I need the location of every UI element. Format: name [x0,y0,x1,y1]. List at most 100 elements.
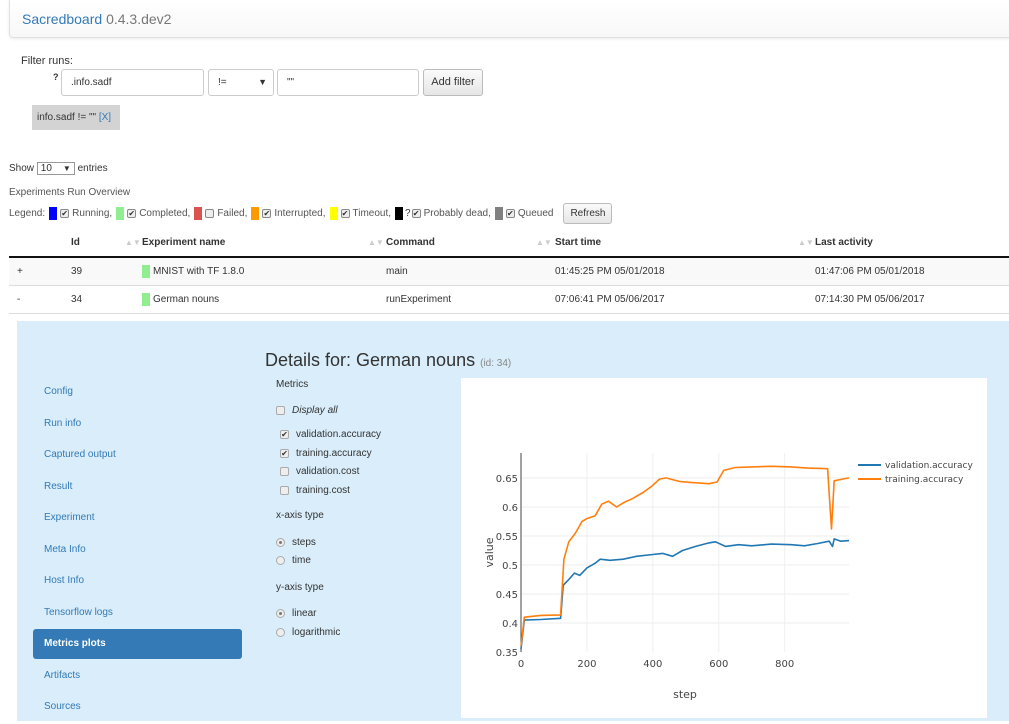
metric-checkbox-training-accuracy[interactable]: ✔ training.accuracy [280,448,372,459]
nav-item-artifacts[interactable]: Artifacts [33,661,242,691]
run-start-time: 07:06:41 PM 05/06/2017 [555,285,815,314]
sort-icon[interactable]: ▲▼ [798,238,814,247]
metric-label: validation.accuracy [296,429,382,440]
legend-checkbox[interactable]: ✔ [411,209,421,218]
checkbox[interactable] [280,486,289,495]
metric-label: training.cost [296,485,350,496]
legend-checkbox[interactable]: ✔ [340,209,350,218]
status-color-swatch [395,207,404,220]
nav-item-tensorflow-logs[interactable]: Tensorflow logs [33,598,242,628]
metric-label: training.accuracy [296,448,372,459]
x-axis-time-radio[interactable]: time [276,555,311,566]
x-axis-steps-radio[interactable]: steps [276,537,316,548]
legend-item: Failed, [192,207,247,220]
nav-item-config[interactable]: Config [33,377,242,407]
legend-checkbox[interactable]: ✔ [262,209,272,218]
radio[interactable] [276,628,285,637]
nav-item-meta-info[interactable]: Meta Info [33,535,242,565]
run-id: 39 [71,257,142,286]
status-color-swatch [194,207,203,220]
metrics-chart-svg[interactable]: 0.35 0.4 0.45 0.5 0.55 0.6 0.65 0 200 400 600 800 st… [461,378,987,718]
checkbox[interactable] [280,467,289,476]
legend-checkbox[interactable]: ✔ [505,209,515,218]
legend-entry: validation.accuracy [885,461,973,471]
sort-icon[interactable]: ▲▼ [368,238,384,247]
active-filter-text: info.sadf != "" [37,112,97,123]
legend-label: Running, [72,208,113,219]
filter-field-input[interactable]: .info.sadf [61,69,204,96]
series-line-training-accuracy [520,465,850,647]
radio[interactable] [276,538,285,547]
col-name-label: Experiment name [142,236,226,248]
expand-toggle[interactable]: + [9,257,71,286]
sort-icon[interactable]: ▲▼ [536,238,552,247]
entries-value: 10 [40,163,52,174]
brand-name[interactable]: Sacredboard [22,11,102,27]
help-icon[interactable]: ? [53,72,59,82]
table-row[interactable]: + 39 MNIST with TF 1.8.0 main 01:45:25 P… [9,257,1009,286]
y-tick-label: 0.5 [502,561,518,572]
chevron-down-icon: ▼ [62,164,71,173]
nav-item-run-info[interactable]: Run info [33,409,242,439]
refresh-button[interactable]: Refresh [563,203,613,224]
metrics-chart[interactable]: 0.35 0.4 0.45 0.5 0.55 0.6 0.65 0 200 400 600 800 st… [461,378,987,718]
nav-item-metrics-plots[interactable]: Metrics plots [33,629,242,659]
col-id-label: Id [71,236,80,248]
nav-item-captured-output[interactable]: Captured output [33,440,242,470]
add-filter-button[interactable]: Add filter [423,69,483,96]
checkbox[interactable]: ✔ [280,430,289,439]
radio[interactable] [276,556,285,565]
run-last-activity: 07:14:30 PM 05/06/2017 [815,285,1009,314]
details-title-text: Details for: German nouns [265,350,476,370]
nav-item-sources[interactable]: Sources [33,692,242,722]
remove-filter-button[interactable]: [X] [99,112,111,123]
nav-item-result[interactable]: Result [33,472,242,502]
operator-value: != [218,77,227,88]
legend-checkbox[interactable] [205,209,215,218]
overview-title: Experiments Run Overview [9,187,131,198]
col-command[interactable]: Command ▲▼ [386,228,555,258]
radio[interactable] [276,609,285,618]
run-command: main [386,257,555,286]
run-start-time: 01:45:25 PM 05/01/2018 [555,257,815,286]
col-last-activity[interactable]: Last activity [815,228,1009,258]
entries-select[interactable]: 10 ▼ [36,162,75,175]
collapse-toggle[interactable]: - [9,285,71,314]
filter-operator-select[interactable]: != ▼ [208,69,274,96]
legend-checkbox[interactable]: ✔ [60,209,70,218]
run-id: 34 [71,285,142,314]
metric-checkbox-validation-accuracy[interactable]: ✔ validation.accuracy [280,429,381,440]
sort-icon[interactable]: ▲▼ [125,238,141,247]
legend-item: ✔ Running, [47,207,112,220]
metric-label: validation.cost [296,466,360,477]
legend-label: Completed, [139,208,191,219]
table-row[interactable]: - 34 German nouns runExperiment 07:06:41… [9,285,1009,314]
col-id[interactable]: Id ▲▼ [71,228,142,258]
legend-item: ✔ Timeout, [328,207,391,220]
status-legend: Legend: ✔ Running, ✔ Completed, Failed, ✔ Inte… [9,203,613,224]
y-axis-linear-radio[interactable]: linear [276,608,316,619]
col-start-label: Start time [555,236,602,248]
legend-label: Queued [517,208,554,219]
metric-checkbox-validation-cost[interactable]: validation.cost [280,466,359,477]
display-all-checkbox[interactable]: Display all [276,405,338,416]
checkbox[interactable] [276,406,285,415]
brand-version: 0.4.3.dev2 [106,11,172,27]
nav-item-host-info[interactable]: Host Info [33,566,242,596]
y-tick-label: 0.65 [496,474,518,485]
legend-checkbox[interactable]: ✔ [127,209,137,218]
brand[interactable]: Sacredboard 0.4.3.dev2 [22,11,171,27]
status-color-swatch [49,207,58,220]
nav-item-experiment[interactable]: Experiment [33,503,242,533]
legend-item: ✔ Queued [493,207,554,220]
metric-checkbox-training-cost[interactable]: training.cost [280,485,350,496]
checkbox[interactable]: ✔ [280,449,289,458]
filter-value-input[interactable]: "" [277,69,419,96]
legend-label: Failed, [217,208,248,219]
y-axis-log-radio[interactable]: logarithmic [276,627,340,638]
active-filter-chip: info.sadf != "" [X] [32,105,120,130]
col-experiment-name[interactable]: Experiment name ▲▼ [142,228,386,258]
col-last-label: Last activity [815,236,873,248]
x-axis-heading: x-axis type [276,510,324,521]
col-start-time[interactable]: Start time ▲▼ [555,228,815,258]
